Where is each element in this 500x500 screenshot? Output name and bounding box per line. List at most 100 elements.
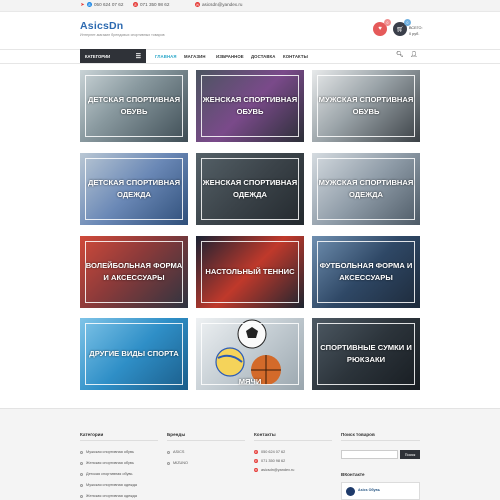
category-tile[interactable]: Мужская спортивная обувь: [312, 70, 420, 142]
cart-total-value: 0 руб.: [409, 32, 420, 36]
categories-menu-label: КАТЕГОРИИ: [85, 53, 111, 59]
footer-contact-text: 050 624 07 62: [261, 450, 286, 454]
footer-category-link[interactable]: Мужская спортивная одежда: [80, 483, 137, 487]
footer-brand-link[interactable]: ASICS: [167, 450, 184, 454]
mail-icon: ✉: [254, 468, 258, 472]
heart-icon: ♥: [378, 26, 382, 32]
nav-home[interactable]: ГЛАВНАЯ: [155, 49, 177, 63]
nav-divider-top: [0, 49, 500, 50]
phone-2-text: 071 350 98 62: [140, 2, 170, 7]
footer-divider: [167, 440, 245, 441]
user-add-icon[interactable]: 👤︎: [410, 51, 418, 58]
category-tile[interactable]: Мячи: [196, 318, 304, 390]
category-tile[interactable]: Настольный теннис: [196, 236, 304, 308]
nav-contacts[interactable]: КОНТАКТЫ: [283, 49, 308, 63]
footer-divider: [80, 440, 158, 441]
nav-shop[interactable]: МАГАЗИН: [184, 49, 206, 63]
avatar: [346, 487, 355, 496]
footer-contact-email[interactable]: ✉ asicsdn@yandex.ru: [254, 468, 294, 472]
cart-total: ВСЕГО: 0 руб.: [409, 25, 423, 37]
category-tile[interactable]: Спортивные сумки и рюкзаки: [312, 318, 420, 390]
nav-favorites[interactable]: ИЗБРАННОЕ: [216, 49, 244, 63]
nav-delivery[interactable]: ДОСТАВКА: [251, 49, 276, 63]
footer-contact-text: 071 350 98 62: [261, 459, 286, 463]
category-tile-label: Другие виды спорта: [89, 349, 179, 358]
footer: [0, 408, 500, 500]
footer-vk-title: ВКонтакте: [341, 472, 365, 477]
category-tile-label: Мужская спортивная обувь: [318, 95, 414, 116]
category-tile[interactable]: Мужская спортивная одежда: [312, 153, 420, 225]
category-tile[interactable]: Другие виды спорта: [80, 318, 188, 390]
category-tile-label: Настольный теннис: [205, 267, 295, 276]
viber-icon: ✆: [87, 2, 92, 7]
category-tile-label: Мужская спортивная одежда: [318, 178, 414, 199]
telegram-icon: ➤: [80, 1, 85, 8]
phone-icon: ✆: [133, 2, 138, 7]
email-text: asicsdn@yandex.ru: [202, 2, 243, 7]
bullet-icon: [80, 472, 83, 476]
category-tile-label: Футбольная форма и аксессуары: [319, 261, 413, 282]
phone-1[interactable]: ➤ ✆ 050 624 07 62: [80, 1, 124, 8]
category-tile[interactable]: Детская спортивная одежда: [80, 153, 188, 225]
category-tile[interactable]: Детская спортивная обувь: [80, 70, 188, 142]
phone-1-text: 050 624 07 62: [94, 2, 124, 7]
footer-brands-title: Бренды: [167, 432, 186, 437]
footer-search-button[interactable]: Поиск: [400, 450, 420, 459]
menu-icon: ☰: [135, 53, 141, 60]
footer-contact-phone-2[interactable]: ✆ 071 350 98 62: [254, 459, 285, 463]
footer-category-link[interactable]: Женская спортивная одежда: [80, 494, 137, 498]
footer-category-text: Женская спортивная одежда: [86, 494, 138, 498]
footer-brand-link[interactable]: MIZUNO: [167, 461, 188, 465]
category-tile[interactable]: Волейбольная форма и аксессуары: [80, 236, 188, 308]
phone-icon: ✆: [254, 450, 258, 454]
footer-brand-text: ASICS: [173, 450, 185, 454]
category-tile[interactable]: Женская спортивная одежда: [196, 153, 304, 225]
footer-divider: [254, 440, 332, 441]
category-tile-label: Детская спортивная одежда: [87, 178, 181, 199]
footer-category-text: Детская спортивная обувь: [86, 472, 133, 476]
favorites-button[interactable]: ♥ 0: [373, 19, 391, 36]
category-tile[interactable]: Женская спортивная обувь: [196, 70, 304, 142]
footer-contact-phone-1[interactable]: ✆ 050 624 07 62: [254, 450, 285, 454]
footer-contacts-title: Контакты: [254, 432, 276, 437]
vk-widget[interactable]: Asics Обувь: [341, 482, 420, 500]
search-icon[interactable]: 🔍︎: [396, 51, 404, 58]
email[interactable]: ✉ asicsdn@yandex.ru: [195, 2, 242, 7]
bullet-icon: [80, 494, 83, 498]
phone-icon: ✆: [254, 459, 258, 463]
mail-icon: ✉: [195, 2, 200, 7]
category-tile-label: Женская спортивная одежда: [202, 178, 298, 199]
bullet-icon: [80, 483, 83, 487]
footer-category-link[interactable]: Женская спортивная обувь: [80, 461, 134, 465]
footer-search-input[interactable]: [341, 450, 398, 459]
footer-divider: [341, 440, 420, 441]
category-tile[interactable]: Футбольная форма и аксессуары: [312, 236, 420, 308]
categories-menu-button[interactable]: КАТЕГОРИИ ☰: [80, 49, 146, 63]
top-bar: ➤ ✆ 050 624 07 62 ✆ 071 350 98 62 ✉ asic…: [0, 0, 500, 12]
cart-button[interactable]: 🛒︎ 0: [393, 19, 411, 36]
cart-icon: 🛒︎: [396, 26, 404, 33]
footer-search-title: Поиск товаров: [341, 432, 375, 437]
bullet-icon: [80, 461, 83, 465]
footer-contact-text: asicsdn@yandex.ru: [261, 468, 295, 472]
vk-group-name[interactable]: Asics Обувь: [358, 488, 380, 492]
category-tile-label: Мячи: [238, 377, 262, 386]
favorites-count-badge: 0: [384, 19, 391, 26]
category-tile-label: Спортивные сумки и рюкзаки: [320, 343, 412, 364]
footer-category-text: Женская спортивная обувь: [86, 461, 134, 465]
bullet-icon: [167, 450, 170, 454]
footer-brand-text: MIZUNO: [173, 461, 188, 465]
category-tile-label: Женская спортивная обувь: [202, 95, 298, 116]
footer-category-link[interactable]: Детская спортивная обувь: [80, 472, 133, 476]
footer-category-text: Мужская спортивная одежда: [86, 483, 138, 487]
footer-category-link[interactable]: Мужская спортивная обувь: [80, 450, 134, 454]
bullet-icon: [80, 450, 83, 454]
category-tile-label: Детская спортивная обувь: [87, 95, 181, 116]
bullet-icon: [167, 461, 170, 465]
footer-category-text: Мужская спортивная обувь: [86, 450, 134, 454]
nav-divider-bottom: [0, 63, 500, 64]
logo[interactable]: AsicsDn: [80, 20, 123, 32]
slogan: Интернет-магазин брендовых спортивных то…: [80, 33, 165, 37]
phone-2[interactable]: ✆ 071 350 98 62: [133, 2, 169, 7]
category-tile-label: Волейбольная форма и аксессуары: [85, 261, 183, 282]
